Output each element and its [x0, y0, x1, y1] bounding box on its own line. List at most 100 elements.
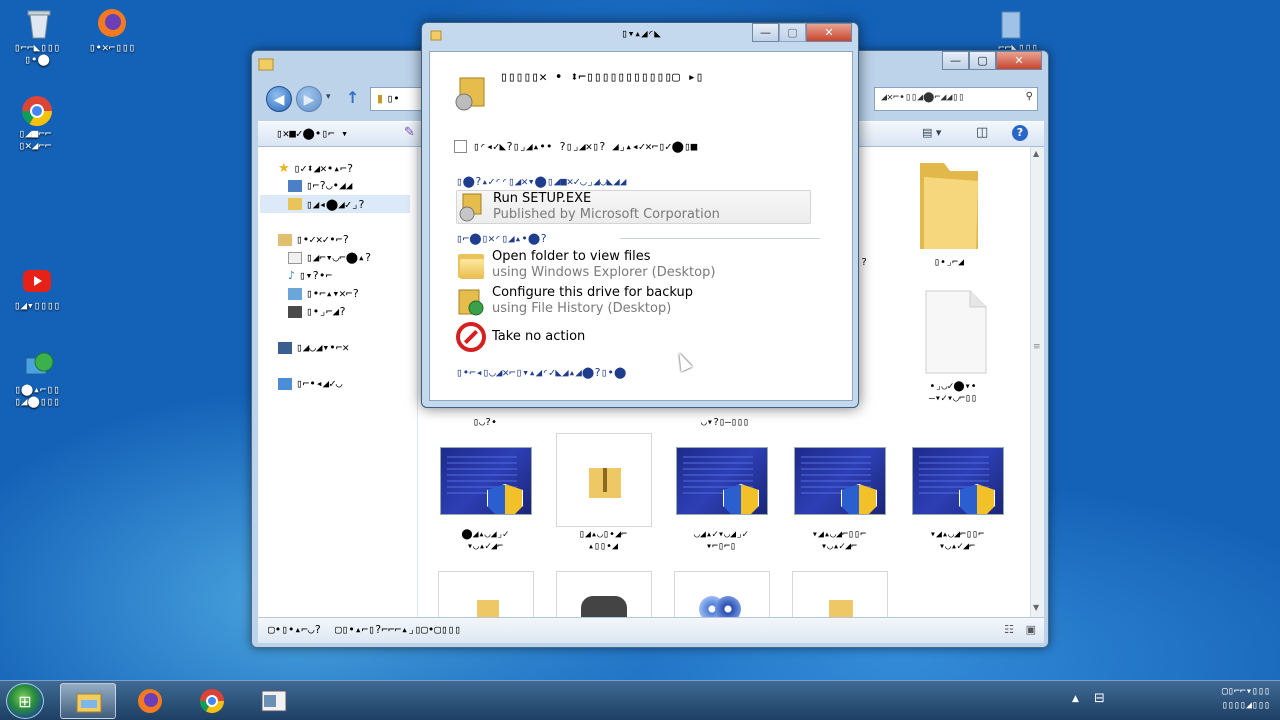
search-icon: ⚲ — [1025, 91, 1033, 102]
nav-label: ▯◢⌐▾◡⌐⬤▴? — [306, 251, 372, 264]
properties-icon[interactable]: ✎ — [404, 125, 415, 140]
file-label: ▾◢▴◡◢⌐▯▯⌐ — [811, 529, 867, 540]
setup-icon — [459, 193, 482, 222]
nav-item-downloads[interactable]: ▯◢◂⬤◢✓⌟? — [260, 195, 410, 213]
minimize-button[interactable]: — — [942, 51, 969, 70]
nav-label: ▯⌐?◡•◢◢ — [306, 179, 353, 192]
option-subtitle: using File History (Desktop) — [492, 301, 672, 316]
clock-date: ▯▯▯▯◢▯▯▯ — [1221, 700, 1270, 711]
scroll-up-icon[interactable]: ▲ — [1033, 149, 1039, 158]
recent-pages-chevron-icon[interactable]: ▾ — [326, 92, 331, 102]
file-label: ⬤◢▴◡◢⌟✓ — [461, 529, 509, 540]
taskbar: ⊞ ▲ ⊟ ▢▯⌐⌐▾▯▯▯ ▯▯▯▯◢▯▯▯ — [0, 680, 1280, 720]
section-install-or-run: ▯⬤?▴✓◜◜▯◢✕▾⬤▯◢■✕✓◡⌟◢◡◣◢◢ — [456, 175, 627, 188]
uac-shield-icon — [841, 484, 877, 514]
desktop-icon-label: ▯✕◢⌐⌐ — [18, 139, 52, 152]
search-input[interactable]: ◢✕⌐•▯▯◢⬤⌐◢◢▯▯ ⚲ — [874, 87, 1038, 111]
checkbox-label: ▯◜◂✓◣?▯⌟◢▴•• ?▯⌟◢✕▯? ◢⌟▴◂✓✕⌐▯✓⬤▯■ — [473, 140, 698, 153]
help-icon[interactable]: ? — [1012, 125, 1028, 141]
drive-icon: ▮ — [377, 92, 384, 105]
network-tray-icon[interactable]: ⊟ — [1094, 691, 1105, 706]
window-controls: — ▢ ✕ — [942, 51, 1042, 70]
nav-item-music[interactable]: ♪ ▯▾?•⌐ — [288, 269, 332, 282]
nav-item-libraries[interactable]: ▯•✓✕✓•⌐? — [278, 233, 349, 246]
option-subtitle: using Windows Explorer (Desktop) — [492, 265, 716, 280]
recycle-bin-icon — [27, 10, 51, 39]
libraries-icon — [278, 233, 292, 246]
taskbar-app-button[interactable] — [246, 683, 302, 719]
disc-icon — [715, 596, 741, 617]
scroll-down-icon[interactable]: ▼ — [1033, 603, 1039, 612]
file-item-folder-partial[interactable] — [438, 571, 534, 617]
youtube-icon — [23, 270, 51, 292]
status-bar: ▢•▯•▴⌐◡? ▢▯•▴⌐▯?⌐⌐⌐▴⌟▯▢•▢▯▯▯ ☷ ▣ — [258, 617, 1044, 643]
setup-thumbnail — [912, 447, 1004, 515]
close-button[interactable]: ✕ — [806, 23, 852, 42]
option-take-no-action[interactable]: Take no action — [456, 320, 811, 354]
close-button[interactable]: ✕ — [996, 51, 1042, 70]
uac-shield-icon — [959, 484, 995, 514]
chrome-icon — [21, 96, 53, 127]
file-label: ▾⌐▯⌐▯ — [705, 541, 737, 552]
nav-label: ▯•✓✕✓•⌐? — [296, 233, 349, 246]
up-arrow-icon[interactable]: ↑ — [346, 88, 359, 107]
music-icon: ♪ — [288, 269, 296, 282]
show-hidden-icons-icon[interactable]: ▲ — [1072, 694, 1079, 704]
details-view-icon[interactable]: ☷ — [1004, 623, 1014, 636]
file-label: •⌟◡✓⬤▾• — [929, 381, 977, 392]
nav-item-documents[interactable]: ▯◢⌐▾◡⌐⬤▴? — [288, 251, 371, 264]
preview-pane-icon[interactable]: ◫ — [976, 125, 988, 140]
blank-file-icon — [925, 290, 987, 374]
nav-label: ▯•⌟⌐◢? — [306, 305, 346, 318]
nav-label: ▯▾?•⌐ — [299, 269, 333, 282]
control-panel-link[interactable]: ▯•⌐◂▯◡◢✕⌐▯▾▴◢◜✓◣◢▴◢⬤?▯•⬤ — [456, 366, 626, 379]
system-clock[interactable]: ▢▯⌐⌐▾▯▯▯ ▯▯▯▯◢▯▯▯ — [1222, 685, 1270, 713]
nav-item-pictures[interactable]: ▯•⌐▴▾✕⌐? — [288, 287, 359, 300]
scroll-grip-icon[interactable]: ≡ — [1033, 342, 1041, 352]
navigation-pane: ★ ▯✓⬍◢✕•▴⌐? ▯⌐?◡•◢◢ ▯◢◂⬤◢✓⌟? ▯•✓✕✓•⌐? ▯◢… — [258, 147, 418, 617]
back-button[interactable]: ◀ — [266, 86, 292, 112]
folder-icon — [258, 58, 274, 71]
videos-icon — [288, 305, 302, 318]
item-count: ▢•▯•▴⌐◡? — [268, 623, 321, 636]
file-item-folder-partial[interactable] — [792, 571, 888, 617]
autoplay-dialog: ▯▾▴◢◜◣ — ▢ ✕ ▯▯▯▯▯✕ • ⬍⌐▯▯▯▯▯▯▯▯▯▯▯▢ ▸▯ … — [421, 22, 859, 408]
checkbox[interactable] — [454, 140, 467, 153]
change-view-icon[interactable]: ▤ ▾ — [922, 126, 941, 139]
maximize-button[interactable]: ▢ — [779, 23, 806, 42]
setup-thumbnail — [440, 447, 532, 515]
network-icon — [278, 377, 292, 390]
minimize-button[interactable]: — — [752, 23, 779, 42]
file-label: ◡▾?▯–▯▯▯ — [700, 417, 750, 428]
taskbar-firefox-button[interactable] — [122, 683, 178, 719]
nav-item-desktop[interactable]: ▯⌐?◡•◢◢ — [288, 179, 352, 192]
desktop-icon-label: ▯•✕⌐▯▯▯ — [88, 41, 136, 54]
file-item-drive-partial[interactable] — [556, 571, 652, 617]
nav-item-favorites[interactable]: ★ ▯✓⬍◢✕•▴⌐? — [278, 161, 353, 176]
desktop-icon-label: ▯◢▾▯▯▯▯ — [13, 299, 61, 312]
uac-shield-icon — [487, 484, 523, 514]
search-text: ◢✕⌐•▯▯◢⬤⌐◢◢▯▯ — [881, 92, 965, 103]
maximize-button[interactable]: ▢ — [969, 51, 996, 70]
organize-button[interactable]: ▯✕■✓⬤•▯⌐ ▾ — [276, 127, 348, 140]
option-title: Run SETUP.EXE — [493, 191, 592, 206]
network-globe-icon — [25, 352, 54, 375]
file-item-disc-partial[interactable] — [674, 571, 770, 617]
nav-item-computer[interactable]: ▯◢◡◢▾•⌐✕ — [278, 341, 349, 354]
nav-item-videos[interactable]: ▯•⌟⌐◢? — [288, 305, 346, 318]
file-label: ▾◡▴✓◢⌐ — [820, 541, 858, 552]
vertical-scrollbar[interactable]: ▲ ≡ ▼ — [1030, 147, 1044, 617]
taskbar-explorer-button[interactable] — [60, 683, 116, 719]
taskbar-chrome-button[interactable] — [184, 683, 240, 719]
firefox-icon — [138, 689, 162, 713]
nav-item-network[interactable]: ▯⌐•◂◢✓◡ — [278, 377, 342, 390]
selection-info: ▢▯•▴⌐▯?⌐⌐⌐▴⌟▯▢•▢▯▯▯ — [334, 623, 461, 636]
large-icons-view-icon[interactable]: ▣ — [1026, 623, 1036, 636]
option-open-folder[interactable]: Open folder to view files using Windows … — [456, 248, 811, 282]
forward-button[interactable]: ▶ — [296, 86, 322, 112]
option-run-setup[interactable]: Run SETUP.EXE Published by Microsoft Cor… — [456, 190, 811, 224]
folder-icon — [920, 163, 978, 249]
start-button[interactable]: ⊞ — [6, 683, 44, 719]
option-configure-backup[interactable]: Configure this drive for backup using Fi… — [456, 284, 811, 318]
always-do-this-checkbox[interactable]: ▯◜◂✓◣?▯⌟◢▴•• ?▯⌟◢✕▯? ◢⌟▴◂✓✕⌐▯✓⬤▯■ — [454, 140, 697, 153]
